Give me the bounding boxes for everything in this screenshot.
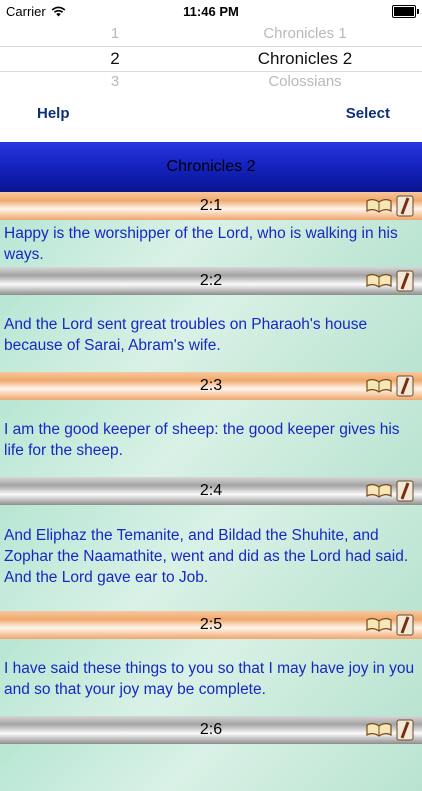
verse-ref: 2:3 [199, 377, 223, 394]
picker-row-prev[interactable]: 1 Chronicles 1 [0, 22, 422, 46]
verse-text: I have said these things to you so that … [0, 639, 422, 716]
verse-header: 2:5 [0, 611, 422, 639]
help-button[interactable]: Help [37, 105, 70, 122]
picker-row-next[interactable]: 3 Colossians [0, 70, 422, 94]
toolbar: Help Select [0, 100, 422, 130]
verse-ref: 2:4 [199, 482, 223, 499]
pen-icon[interactable] [396, 614, 414, 636]
verse-text: I am the good keeper of sheep: the good … [0, 400, 422, 477]
open-book-icon[interactable] [366, 484, 392, 498]
picker-chapter: 1 [110, 25, 120, 42]
picker-book: Chronicles 2 [257, 49, 353, 68]
verse-text [0, 744, 422, 791]
pen-icon[interactable] [396, 270, 414, 292]
verse-header: 2:6 [0, 716, 422, 744]
verse-header: 2:1 [0, 192, 422, 220]
pen-icon[interactable] [396, 480, 414, 502]
chapter-title: Chronicles 2 [166, 158, 256, 175]
pen-icon[interactable] [396, 719, 414, 741]
battery-icon [392, 5, 419, 18]
verse-ref: 2:2 [199, 272, 223, 289]
open-book-icon[interactable] [366, 379, 392, 393]
verse-header: 2:4 [0, 477, 422, 505]
book-chapter-picker[interactable]: 1 Chronicles 1 2 Chronicles 2 3 Colossia… [0, 22, 422, 94]
picker-chapter: 2 [110, 49, 120, 68]
open-book-icon[interactable] [366, 723, 392, 737]
picker-chapter: 3 [110, 73, 120, 90]
verse-list: 2:1 Happy is the worshipper of the Lord,… [0, 192, 422, 791]
verse-text: And Eliphaz the Temanite, and Bildad the… [0, 505, 422, 611]
verse-text: And the Lord sent great troubles on Phar… [0, 295, 422, 372]
pen-icon[interactable] [396, 195, 414, 217]
chapter-title-bar: Chronicles 2 [0, 142, 422, 192]
verse-header: 2:3 [0, 372, 422, 400]
status-bar: Carrier 11:46 PM [0, 0, 422, 22]
open-book-icon[interactable] [366, 618, 392, 632]
picker-book: Chronicles 1 [263, 25, 347, 42]
verse-ref: 2:6 [199, 721, 223, 738]
verse-text: Happy is the worshipper of the Lord, who… [0, 220, 422, 267]
open-book-icon[interactable] [366, 199, 392, 213]
verse-ref: 2:1 [199, 197, 223, 214]
picker-book: Colossians [268, 73, 342, 90]
verse-ref: 2:5 [199, 616, 223, 633]
select-button[interactable]: Select [346, 105, 390, 122]
status-time: 11:46 PM [183, 4, 239, 19]
picker-row-selected[interactable]: 2 Chronicles 2 [0, 46, 422, 72]
pen-icon[interactable] [396, 375, 414, 397]
open-book-icon[interactable] [366, 274, 392, 288]
verse-header: 2:2 [0, 267, 422, 295]
